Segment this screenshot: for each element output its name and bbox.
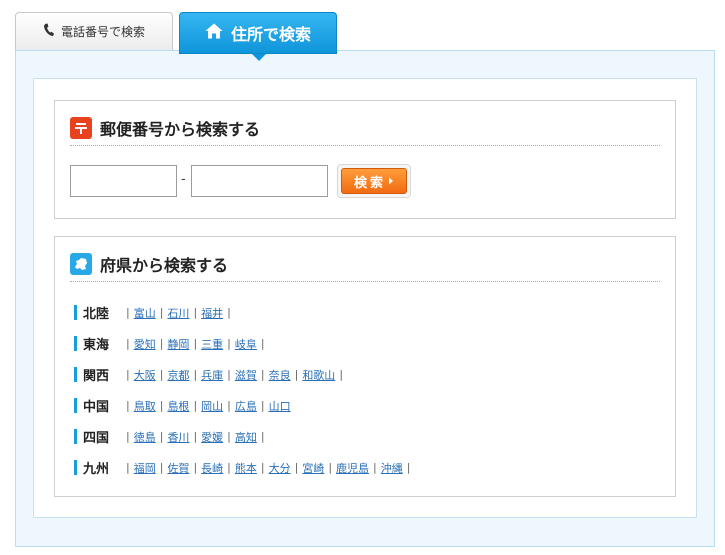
region-row-shikoku: 四国 | 徳島 | 香川 | 愛媛 | 高知 | [74, 421, 664, 452]
prefecture-links: | 鳥取 | 島根 | 岡山 | 広島 | 山口 [126, 398, 291, 414]
prefecture-link[interactable]: 鹿児島 [336, 460, 369, 476]
prefecture-links: | 愛知 | 静岡 | 三重 | 岐阜 | [126, 336, 265, 352]
active-tab-pointer [252, 54, 266, 61]
tab-phone-search[interactable]: 電話番号で検索 [15, 12, 173, 50]
map-icon [70, 253, 92, 275]
arrow-right-icon [388, 174, 394, 189]
postal-code-second-field[interactable] [191, 165, 328, 197]
region-row-chugoku: 中国 | 鳥取 | 島根 | 岡山 | 広島 | 山口 [74, 390, 664, 421]
postal-mark-icon [70, 117, 92, 139]
prefecture-link[interactable]: 滋賀 [235, 367, 257, 383]
prefecture-link[interactable]: 京都 [167, 367, 189, 383]
prefecture-link[interactable]: 奈良 [269, 367, 291, 383]
prefecture-link[interactable]: 山口 [269, 398, 291, 414]
region-name: 東海 [74, 336, 122, 353]
region-name: 中国 [74, 398, 122, 415]
region-row-kyushu: 九州 | 福岡 | 佐賀 | 長崎 | 熊本 | 大分 | 宮崎 | 鹿児島 | 沖縄 | [74, 452, 664, 483]
tab-address-label: 住所で検索 [230, 25, 311, 44]
prefecture-link[interactable]: 佐賀 [167, 460, 189, 476]
tab-phone-label: 電話番号で検索 [60, 25, 145, 39]
prefecture-search-box: 府県から検索する 北陸 | 富山 | 石川 | 福井 | 東海 | 愛知 | 静… [54, 236, 676, 497]
postal-search-title: 郵便番号から検索する [100, 120, 261, 139]
prefecture-link[interactable]: 和歌山 [302, 367, 335, 383]
prefecture-link[interactable]: 福井 [201, 305, 223, 321]
prefecture-link[interactable]: 広島 [235, 398, 257, 414]
prefecture-link[interactable]: 石川 [167, 305, 189, 321]
prefecture-links: | 福岡 | 佐賀 | 長崎 | 熊本 | 大分 | 宮崎 | 鹿児島 | 沖縄 | [126, 460, 411, 476]
prefecture-link[interactable]: 岡山 [201, 398, 223, 414]
prefecture-link[interactable]: 大阪 [134, 367, 156, 383]
prefecture-link[interactable]: 徳島 [134, 429, 156, 445]
postal-search-button[interactable]: 検索 [341, 168, 407, 194]
postal-code-dash: - [181, 172, 186, 187]
prefecture-link[interactable]: 島根 [167, 398, 189, 414]
region-row-kansai: 関西 | 大阪 | 京都 | 兵庫 | 滋賀 | 奈良 | 和歌山 | [74, 359, 664, 390]
prefecture-search-title: 府県から検索する [100, 256, 229, 275]
prefecture-link[interactable]: 福岡 [134, 460, 156, 476]
search-panel: 郵便番号から検索する - 検索 府県から検索する 北陸 | 富山 | 石川 | … [15, 50, 715, 547]
search-button-label: 検索 [353, 175, 386, 191]
tab-address-search[interactable]: 住所で検索 [179, 12, 337, 54]
prefecture-link[interactable]: 高知 [235, 429, 257, 445]
region-name: 九州 [74, 460, 122, 477]
prefecture-link[interactable]: 沖縄 [381, 460, 403, 476]
postal-code-first-field[interactable] [70, 165, 177, 197]
region-list: 北陸 | 富山 | 石川 | 福井 | 東海 | 愛知 | 静岡 | 三重 | 岐 [74, 297, 664, 483]
region-row-tokai: 東海 | 愛知 | 静岡 | 三重 | 岐阜 | [74, 328, 664, 359]
prefecture-link[interactable]: 富山 [134, 305, 156, 321]
region-row-hokuriku: 北陸 | 富山 | 石川 | 福井 | [74, 297, 664, 328]
phone-icon [43, 23, 55, 40]
prefecture-link[interactable]: 熊本 [235, 460, 257, 476]
region-name: 北陸 [74, 305, 122, 322]
prefecture-search-heading: 府県から検索する [70, 247, 660, 282]
prefecture-link[interactable]: 愛媛 [201, 429, 223, 445]
prefecture-link[interactable]: 静岡 [167, 336, 189, 352]
prefecture-links: | 大阪 | 京都 | 兵庫 | 滋賀 | 奈良 | 和歌山 | [126, 367, 344, 383]
region-name: 四国 [74, 429, 122, 446]
postal-search-box: 郵便番号から検索する - 検索 [54, 100, 676, 219]
prefecture-link[interactable]: 愛知 [134, 336, 156, 352]
postal-search-heading: 郵便番号から検索する [70, 111, 660, 146]
prefecture-link[interactable]: 兵庫 [201, 367, 223, 383]
prefecture-links: | 徳島 | 香川 | 愛媛 | 高知 | [126, 429, 265, 445]
search-panel-inner: 郵便番号から検索する - 検索 府県から検索する 北陸 | 富山 | 石川 | … [33, 78, 697, 518]
search-button-frame: 検索 [337, 164, 411, 198]
prefecture-link[interactable]: 三重 [201, 336, 223, 352]
home-icon [205, 23, 223, 43]
prefecture-links: | 富山 | 石川 | 福井 | [126, 305, 231, 321]
prefecture-link[interactable]: 香川 [167, 429, 189, 445]
prefecture-link[interactable]: 鳥取 [134, 398, 156, 414]
prefecture-link[interactable]: 長崎 [201, 460, 223, 476]
region-name: 関西 [74, 367, 122, 384]
prefecture-link[interactable]: 大分 [269, 460, 291, 476]
prefecture-link[interactable]: 岐阜 [235, 336, 257, 352]
prefecture-link[interactable]: 宮崎 [302, 460, 324, 476]
